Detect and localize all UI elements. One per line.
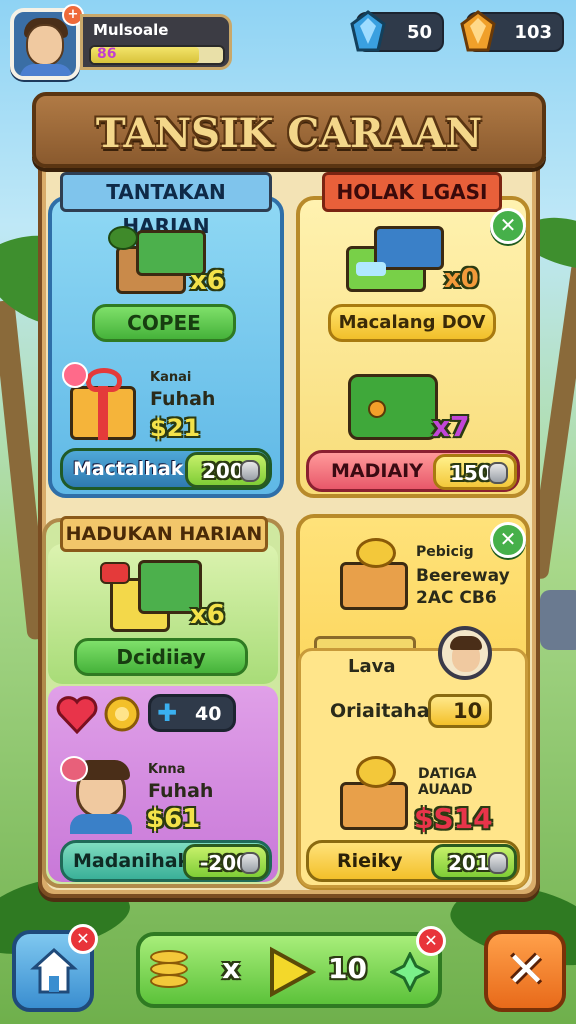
rieiky-purchase[interactable]: Rieiky 201 — [306, 840, 520, 882]
macalang-button[interactable]: Macalang DOV — [328, 304, 496, 342]
madiaiy-price: 150 — [450, 461, 492, 485]
rieiky-label: Rieiky — [337, 850, 403, 872]
gem-icon — [350, 10, 386, 52]
silver-coin-icon — [488, 852, 508, 874]
oriaitahas-chip[interactable]: 10 — [428, 694, 492, 728]
multiplier-x: x — [222, 952, 241, 985]
oriaitahas-label: Oriaitahas — [330, 700, 441, 722]
madiaiy-purchase[interactable]: MADIAIY 150 — [306, 450, 520, 492]
location-reward-count: x0 — [444, 264, 479, 294]
location-ribbon: HOLAK LGASI — [322, 172, 502, 212]
offer2-price: $S14 — [414, 802, 493, 835]
close-location-button[interactable]: ✕ — [490, 208, 526, 244]
missions-gift-subtitle: Fuhah — [148, 780, 214, 802]
reward-count: x6 — [190, 266, 225, 296]
gift-price: $21 — [150, 414, 201, 442]
purchase-price: 200 — [202, 459, 244, 483]
coin-stack-icon — [150, 950, 190, 994]
gift-title: Kanai — [150, 370, 192, 385]
madanihak-label: Madanihak — [73, 850, 191, 872]
gem-counter-value: 40 — [195, 703, 222, 725]
home-icon — [30, 947, 78, 994]
sparkle-gem-icon — [390, 952, 430, 992]
madiaiy-label: MADIAIY — [331, 460, 423, 482]
daily-missions-ribbon: HADUKAN HARIAN — [60, 516, 268, 552]
character-portrait — [60, 756, 136, 834]
gold-gem-icon — [460, 10, 496, 52]
mactalhak-purchase[interactable]: Mactalhak 200 — [60, 448, 272, 490]
coin-chest-icon — [338, 754, 414, 834]
offer1-line3: 2AC CB6 — [416, 588, 497, 608]
title-plank: TANSIK CARAAN — [32, 92, 546, 168]
multiplier-close-badge[interactable]: ✕ — [416, 926, 446, 956]
multiplier-count: 10 — [328, 952, 367, 985]
home-close-badge[interactable]: ✕ — [68, 924, 98, 954]
close-icon: ✕ — [506, 942, 547, 998]
madanihak-purchase[interactable]: Madanihak -200 — [60, 840, 272, 882]
treasure-chest-icon — [338, 534, 414, 614]
gold-currency[interactable]: 103 — [460, 10, 564, 52]
silver-coin-icon — [240, 460, 260, 482]
gold-count: 103 — [514, 22, 552, 43]
silver-coin-icon — [240, 852, 260, 874]
offer2-line1: DATIGA — [418, 766, 477, 782]
daily-tasks-ribbon: TANTAKAN HARIAN — [60, 172, 272, 238]
close-offers-button[interactable]: ✕ — [490, 522, 526, 558]
sun-badge-icon — [104, 696, 140, 732]
npc-avatar[interactable] — [438, 626, 492, 680]
offer1-line2: Beereway — [416, 566, 510, 586]
offer2-line2: AUAAD — [418, 782, 473, 798]
rieiky-price: 201 — [448, 851, 490, 875]
xp-bar: 86 — [89, 45, 225, 65]
letter-chest-icon — [100, 556, 204, 636]
silver-coin-icon — [488, 462, 508, 484]
reward-multiplier-bar[interactable]: x 10 — [136, 932, 442, 1008]
player-info-panel: Mulsoale 86 — [80, 14, 232, 70]
page-title: TANSIK CARAAN — [95, 110, 483, 157]
copee-button[interactable]: COPEE — [92, 304, 236, 342]
gem-count: 50 — [406, 22, 432, 43]
offer-tab-label: Lava — [348, 656, 396, 677]
missions-gift-price: $61 — [146, 804, 201, 834]
purchase-label: Mactalhak — [73, 458, 184, 480]
green-chest-icon — [348, 364, 444, 444]
console-device-icon — [346, 226, 446, 296]
xp-value: 86 — [97, 46, 117, 62]
gem-currency[interactable]: 50 — [350, 10, 444, 52]
offer1-line1: Pebicig — [416, 544, 474, 560]
close-button[interactable]: ✕ — [484, 930, 566, 1012]
missions-gift-title: Knna — [148, 762, 186, 777]
play-icon — [270, 946, 316, 998]
gift-box-icon — [62, 362, 146, 444]
player-name: Mulsoale — [93, 21, 169, 39]
dcidiiay-button[interactable]: Dcidiiay — [74, 638, 248, 676]
location-reward2-count: x7 — [432, 410, 470, 443]
gift-subtitle: Fuhah — [150, 388, 216, 410]
heart-icon — [56, 696, 98, 734]
missions-reward-count: x6 — [190, 600, 225, 630]
oriaitahas-value: 10 — [453, 699, 483, 723]
gem-counter[interactable]: ✚ 40 — [148, 694, 236, 732]
plus-gem-icon: ✚ — [157, 699, 178, 727]
